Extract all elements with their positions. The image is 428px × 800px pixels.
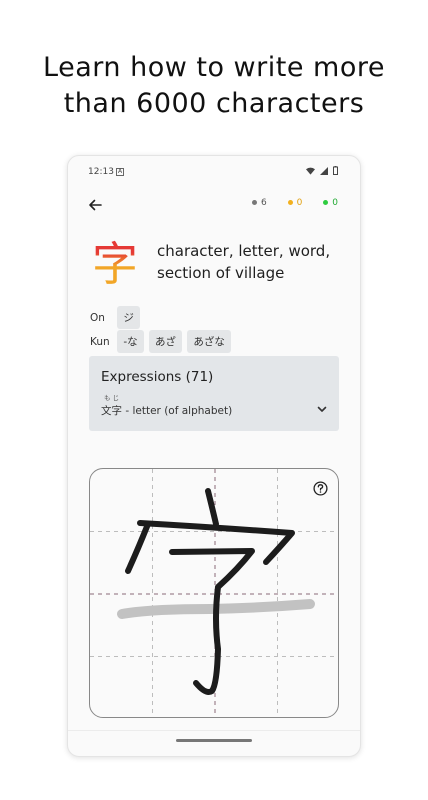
headline-line-1: Learn how to write more <box>43 52 385 83</box>
wifi-icon <box>306 167 316 175</box>
on-label: On <box>90 311 105 324</box>
counter-grey: 6 <box>252 198 267 208</box>
kun-label: Kun <box>90 335 110 348</box>
on-reading-row: On ジ <box>90 306 142 329</box>
kun-reading-chip[interactable]: あざ <box>148 330 182 353</box>
kanji-meaning: character, letter, word, section of vill… <box>157 242 331 282</box>
battery-icon <box>333 166 338 175</box>
chevron-down-icon[interactable] <box>316 403 328 415</box>
expressions-panel[interactable]: Expressions (71) もじ 文字 - letter (of alph… <box>89 356 339 431</box>
green-dot-icon <box>323 200 329 205</box>
on-reading-chip[interactable]: ジ <box>117 306 140 329</box>
status-icons <box>304 166 338 176</box>
counter-green: 0 <box>323 198 338 208</box>
bottom-divider <box>68 730 360 731</box>
kun-reading-chip[interactable]: -な <box>117 330 144 353</box>
counter-yellow: 0 <box>287 198 303 208</box>
writing-canvas[interactable] <box>89 468 339 718</box>
counter-green-value: 0 <box>332 198 338 208</box>
promo-headline: Learn how to write more than 6000 charac… <box>0 50 428 122</box>
phone-screen: 12:13 A 6 0 0 字 character, letter, word,… <box>67 155 361 757</box>
status-bar: 12:13 A <box>68 156 360 186</box>
expression-item: 文字 - letter (of alphabet) <box>101 405 233 417</box>
progress-counters: 6 0 0 <box>234 198 338 208</box>
kun-reading-row: Kun -な あざ あざな <box>90 330 233 353</box>
canvas-grid <box>90 469 338 717</box>
help-icon[interactable] <box>313 481 328 496</box>
back-arrow-icon[interactable] <box>86 196 104 214</box>
kanji-character: 字 <box>92 237 138 291</box>
expression-furigana: もじ <box>104 394 121 402</box>
counter-grey-value: 6 <box>261 198 267 208</box>
yellow-dot-icon <box>287 200 293 205</box>
headline-line-2: than 6000 characters <box>63 88 365 119</box>
expressions-title: Expressions (71) <box>101 369 214 385</box>
grey-dot-icon <box>252 200 258 205</box>
home-indicator[interactable] <box>176 739 252 742</box>
kun-reading-chip[interactable]: あざな <box>187 330 231 353</box>
signal-icon <box>320 166 329 175</box>
counter-yellow-value: 0 <box>296 198 303 208</box>
notification-icon: A <box>116 168 124 176</box>
status-time: 12:13 <box>88 167 114 177</box>
